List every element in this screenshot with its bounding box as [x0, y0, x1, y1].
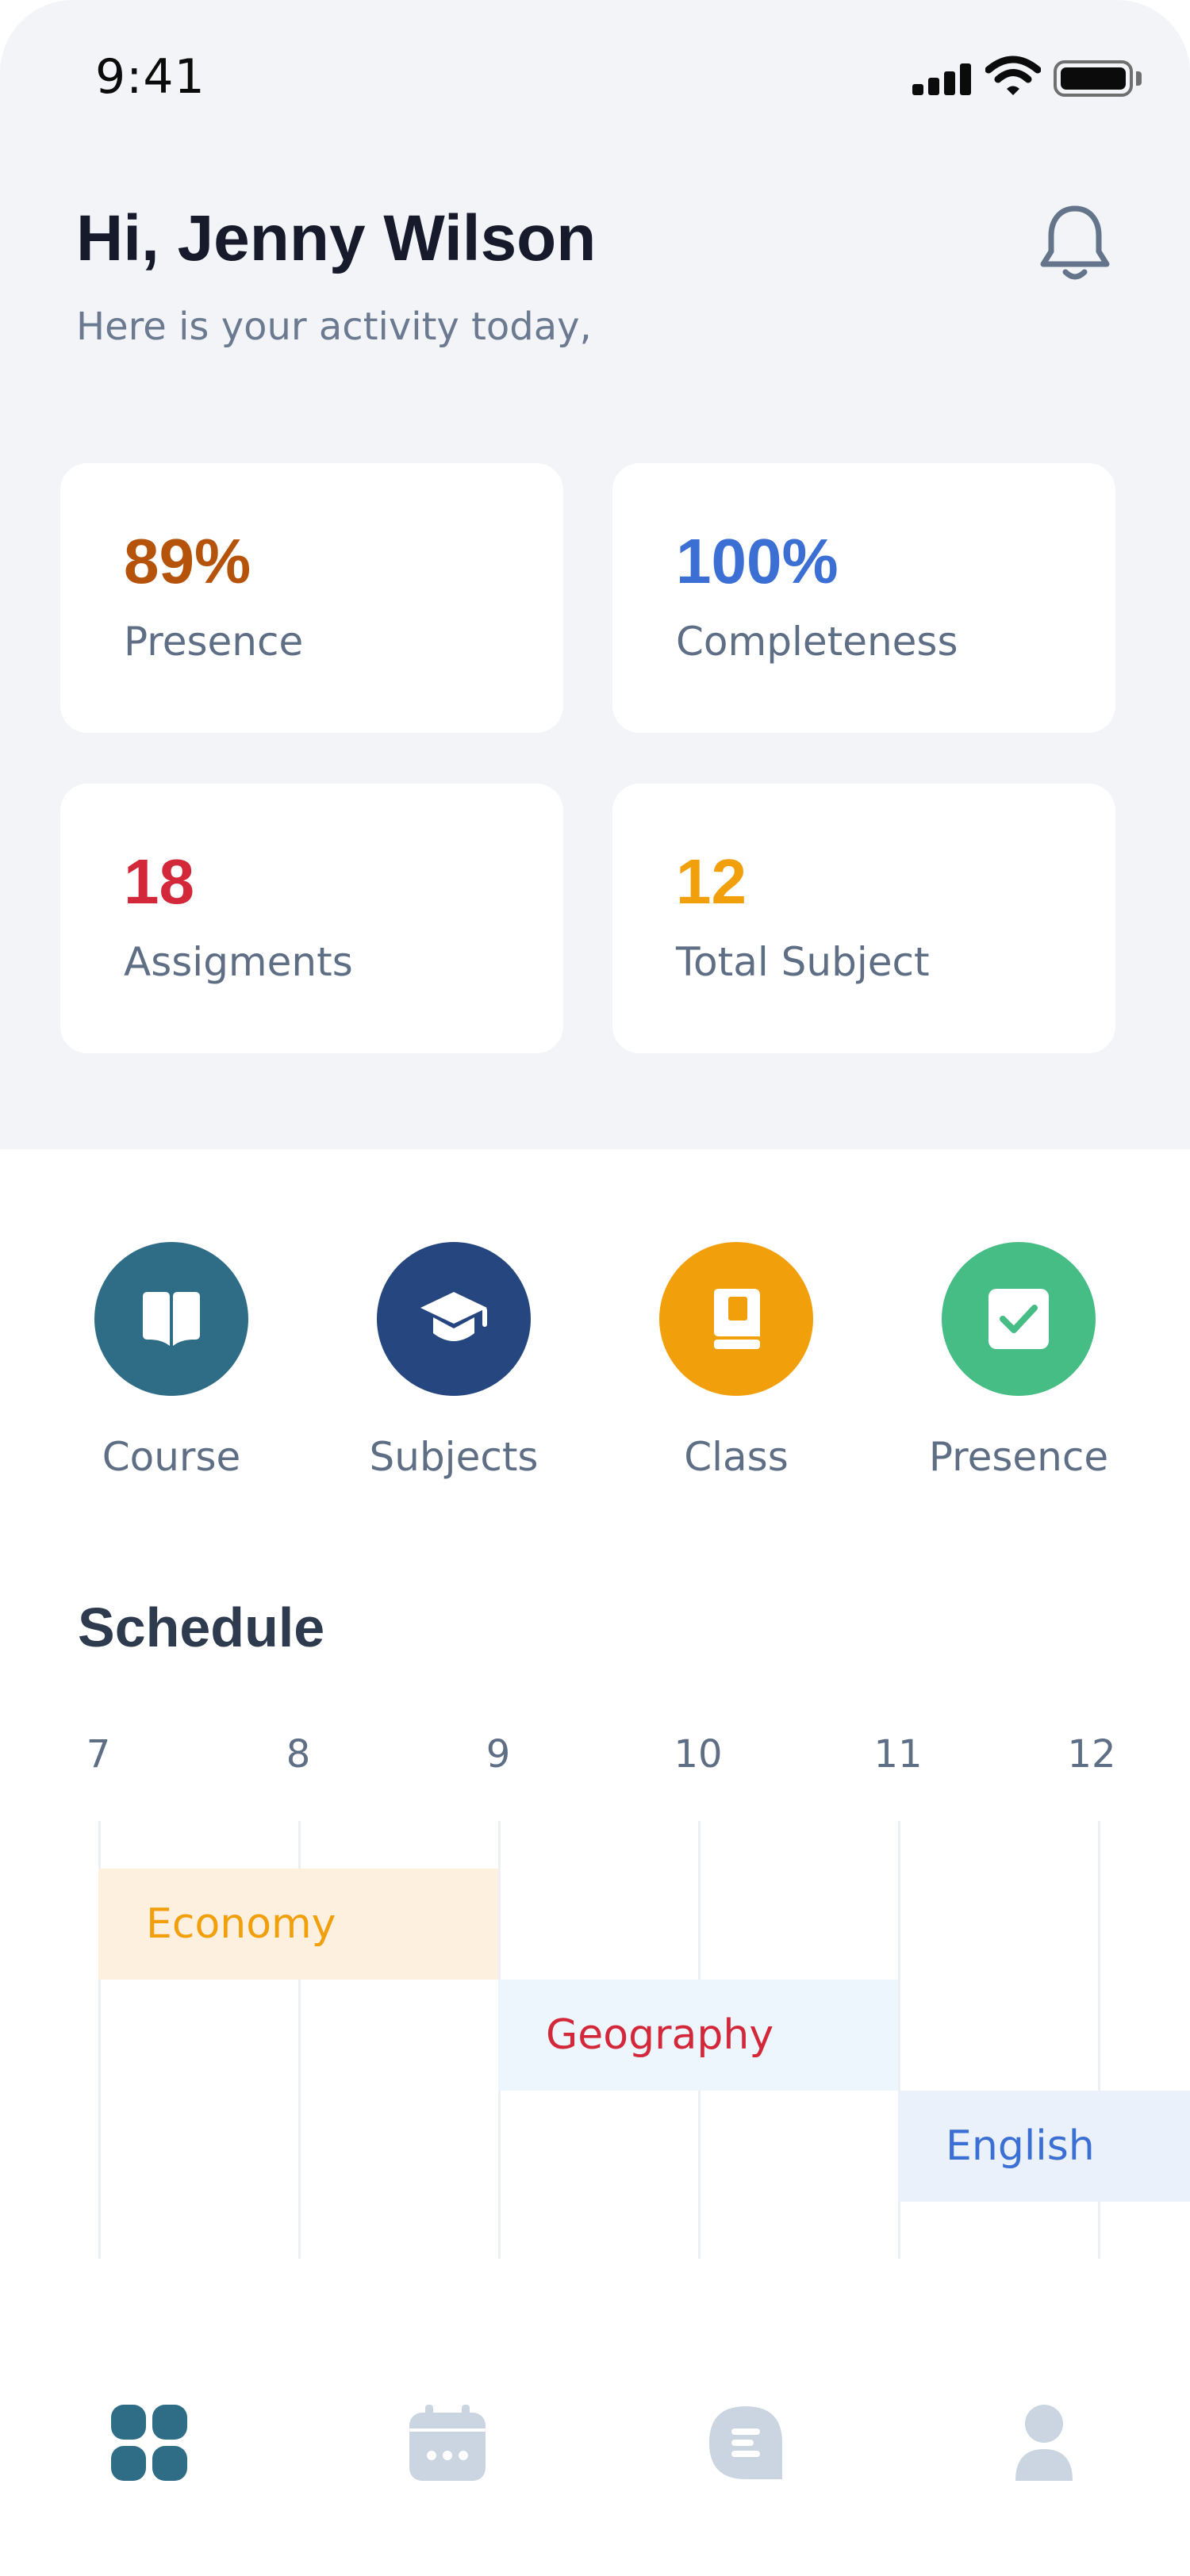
wifi-icon	[985, 56, 1041, 95]
nav-calendar[interactable]	[400, 2395, 495, 2490]
dashboard-icon	[111, 2405, 187, 2481]
summary-section: 9:41 Hi, Jenny Wilson Here is your activ…	[0, 0, 1190, 1149]
action-presence[interactable]: Presence	[900, 1242, 1138, 1496]
nav-profile[interactable]	[996, 2395, 1092, 2490]
action-course-circle	[94, 1242, 248, 1396]
stat-card-assignments[interactable]: 18 Assigments	[60, 784, 563, 1053]
calendar-icon	[409, 2405, 486, 2481]
notebook-icon	[714, 1289, 760, 1349]
stat-value: 100%	[676, 526, 839, 596]
action-label: Course	[102, 1434, 241, 1480]
chat-icon	[709, 2406, 782, 2479]
stat-card-total-subject[interactable]: 12 Total Subject	[612, 784, 1115, 1053]
book-icon	[143, 1292, 200, 1346]
hour-label: 10	[674, 1732, 723, 1777]
stat-label: Presence	[124, 619, 304, 665]
stat-label: Completeness	[676, 619, 958, 665]
hour-label: 9	[486, 1732, 511, 1777]
profile-icon	[1015, 2405, 1073, 2481]
hour-label: 12	[1067, 1732, 1116, 1777]
stat-value: 18	[124, 846, 194, 917]
bell-icon	[1040, 205, 1110, 280]
schedule-event-english[interactable]: English	[898, 2091, 1190, 2202]
action-course[interactable]: Course	[52, 1242, 290, 1496]
schedule-title: Schedule	[78, 1597, 325, 1658]
battery-tip	[1136, 71, 1142, 86]
schedule-event-geography[interactable]: Geography	[498, 1980, 898, 2091]
stat-card-presence[interactable]: 89% Presence	[60, 463, 563, 733]
hour-label: 8	[286, 1732, 311, 1777]
stat-value: 12	[676, 846, 747, 917]
checkbox-icon	[988, 1289, 1049, 1349]
status-time: 9:41	[95, 49, 205, 105]
cellular-signal-icon	[912, 63, 976, 95]
stat-label: Assigments	[124, 939, 353, 985]
schedule-event-economy[interactable]: Economy	[98, 1869, 498, 1980]
battery-icon	[1054, 60, 1133, 97]
action-label: Subjects	[369, 1434, 539, 1480]
stat-value: 89%	[124, 526, 251, 596]
stat-card-completeness[interactable]: 100% Completeness	[612, 463, 1115, 733]
greeting-subtitle: Here is your activity today,	[76, 305, 592, 349]
nav-chat[interactable]	[698, 2395, 793, 2490]
greeting-title: Hi, Jenny Wilson	[76, 202, 597, 274]
action-label: Class	[684, 1434, 789, 1480]
action-presence-circle	[942, 1242, 1096, 1396]
graduation-cap-icon	[420, 1292, 487, 1341]
hour-label: 7	[86, 1732, 111, 1777]
nav-dashboard[interactable]	[102, 2395, 197, 2490]
action-class[interactable]: Class	[617, 1242, 855, 1496]
notifications-button[interactable]	[1031, 200, 1119, 287]
stat-label: Total Subject	[676, 939, 930, 985]
action-subjects[interactable]: Subjects	[335, 1242, 573, 1496]
hour-label: 11	[873, 1732, 923, 1777]
action-class-circle	[659, 1242, 813, 1396]
home-screen: 9:41 Hi, Jenny Wilson Here is your activ…	[0, 0, 1190, 2576]
action-subjects-circle	[377, 1242, 531, 1396]
action-label: Presence	[928, 1434, 1109, 1480]
status-icons	[912, 56, 1142, 103]
